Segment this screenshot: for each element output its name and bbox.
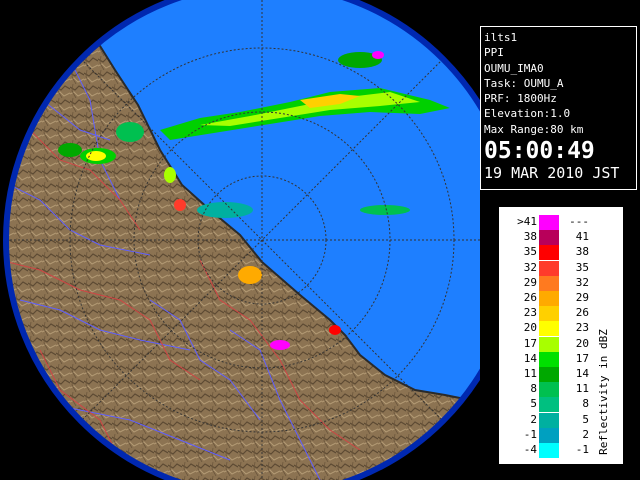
legend-upper-bound: 29	[575, 291, 589, 304]
legend-row: >41 ---	[501, 215, 621, 230]
legend-upper-bound: 5	[582, 412, 589, 426]
legend-upper-bound: 17	[575, 351, 589, 365]
product-type: PPI	[484, 46, 504, 60]
legend-lower-bound: >41	[517, 215, 537, 228]
scan-time: 05:00:49	[484, 138, 595, 165]
prf-value: PRF: 1800Hz	[484, 92, 557, 106]
legend-row: 35 38	[501, 245, 621, 261]
info-panel: ilts1 PPI OUMU_IMA0 Task: OUMU_A PRF: 18…	[480, 26, 637, 190]
legend-upper-bound: 20	[575, 336, 589, 350]
radar-name: ilts1	[484, 31, 518, 44]
legend-upper-bound: 35	[575, 260, 589, 274]
legend-upper-bound: 23	[575, 321, 589, 335]
legend-color-swatch	[539, 412, 559, 428]
legend-row: 23 26	[501, 306, 621, 322]
scan-date: 19 MAR 2010 JST	[484, 164, 620, 183]
legend-upper-bound: 14	[575, 367, 589, 380]
legend-lower-bound: 8	[530, 382, 537, 396]
legend-upper-bound: -1	[575, 443, 589, 456]
legend-row: 32 35	[501, 260, 621, 276]
legend-upper-bound: ---	[569, 215, 589, 228]
legend-color-swatch	[539, 275, 559, 291]
legend-lower-bound: 5	[530, 397, 537, 411]
legend-color-swatch	[539, 215, 559, 230]
task-name: Task: OUMU_A	[484, 76, 564, 90]
reflectivity-legend: >41 --- 38 41 35 38 32 35 29 32 26 29 23 26 20 23 17 20 14…	[499, 207, 623, 464]
legend-color-swatch	[539, 260, 559, 276]
legend-lower-bound: 32	[523, 260, 537, 274]
legend-color-swatch	[539, 306, 559, 322]
legend-lower-bound: -1	[523, 427, 537, 441]
legend-color-swatch	[539, 230, 559, 246]
legend-lower-bound: 14	[523, 351, 537, 365]
radar-ppi-map	[0, 0, 480, 480]
legend-upper-bound: 41	[575, 230, 589, 244]
legend-upper-bound: 32	[575, 275, 589, 289]
legend-lower-bound: -4	[523, 443, 537, 456]
legend-color-swatch	[539, 245, 559, 261]
legend-color-swatch	[539, 321, 559, 337]
legend-upper-bound: 2	[582, 427, 589, 441]
legend-row: 38 41	[501, 230, 621, 246]
legend-row: 29 32	[501, 275, 621, 291]
legend-lower-bound: 26	[523, 291, 537, 304]
elevation-value: Elevation:1.0	[484, 107, 571, 121]
legend-color-swatch	[539, 427, 559, 443]
legend-color-swatch	[539, 351, 559, 367]
legend-lower-bound: 38	[523, 230, 537, 244]
legend-color-swatch	[539, 443, 559, 458]
legend-row: 26 29	[501, 291, 621, 306]
legend-lower-bound: 11	[523, 367, 537, 380]
legend-upper-bound: 38	[575, 245, 589, 259]
max-range: Max Range:80 km	[484, 122, 584, 136]
legend-lower-bound: 29	[523, 275, 537, 289]
legend-color-swatch	[539, 336, 559, 352]
legend-title: Reflectivity in dBZ	[596, 329, 610, 455]
legend-color-swatch	[539, 367, 559, 382]
legend-upper-bound: 26	[575, 306, 589, 320]
file-name: OUMU_IMA0	[484, 61, 544, 75]
legend-color-swatch	[539, 291, 559, 306]
legend-lower-bound: 17	[523, 336, 537, 350]
legend-lower-bound: 20	[523, 321, 537, 335]
legend-lower-bound: 23	[523, 306, 537, 320]
legend-lower-bound: 35	[523, 245, 537, 259]
legend-lower-bound: 2	[530, 412, 537, 426]
